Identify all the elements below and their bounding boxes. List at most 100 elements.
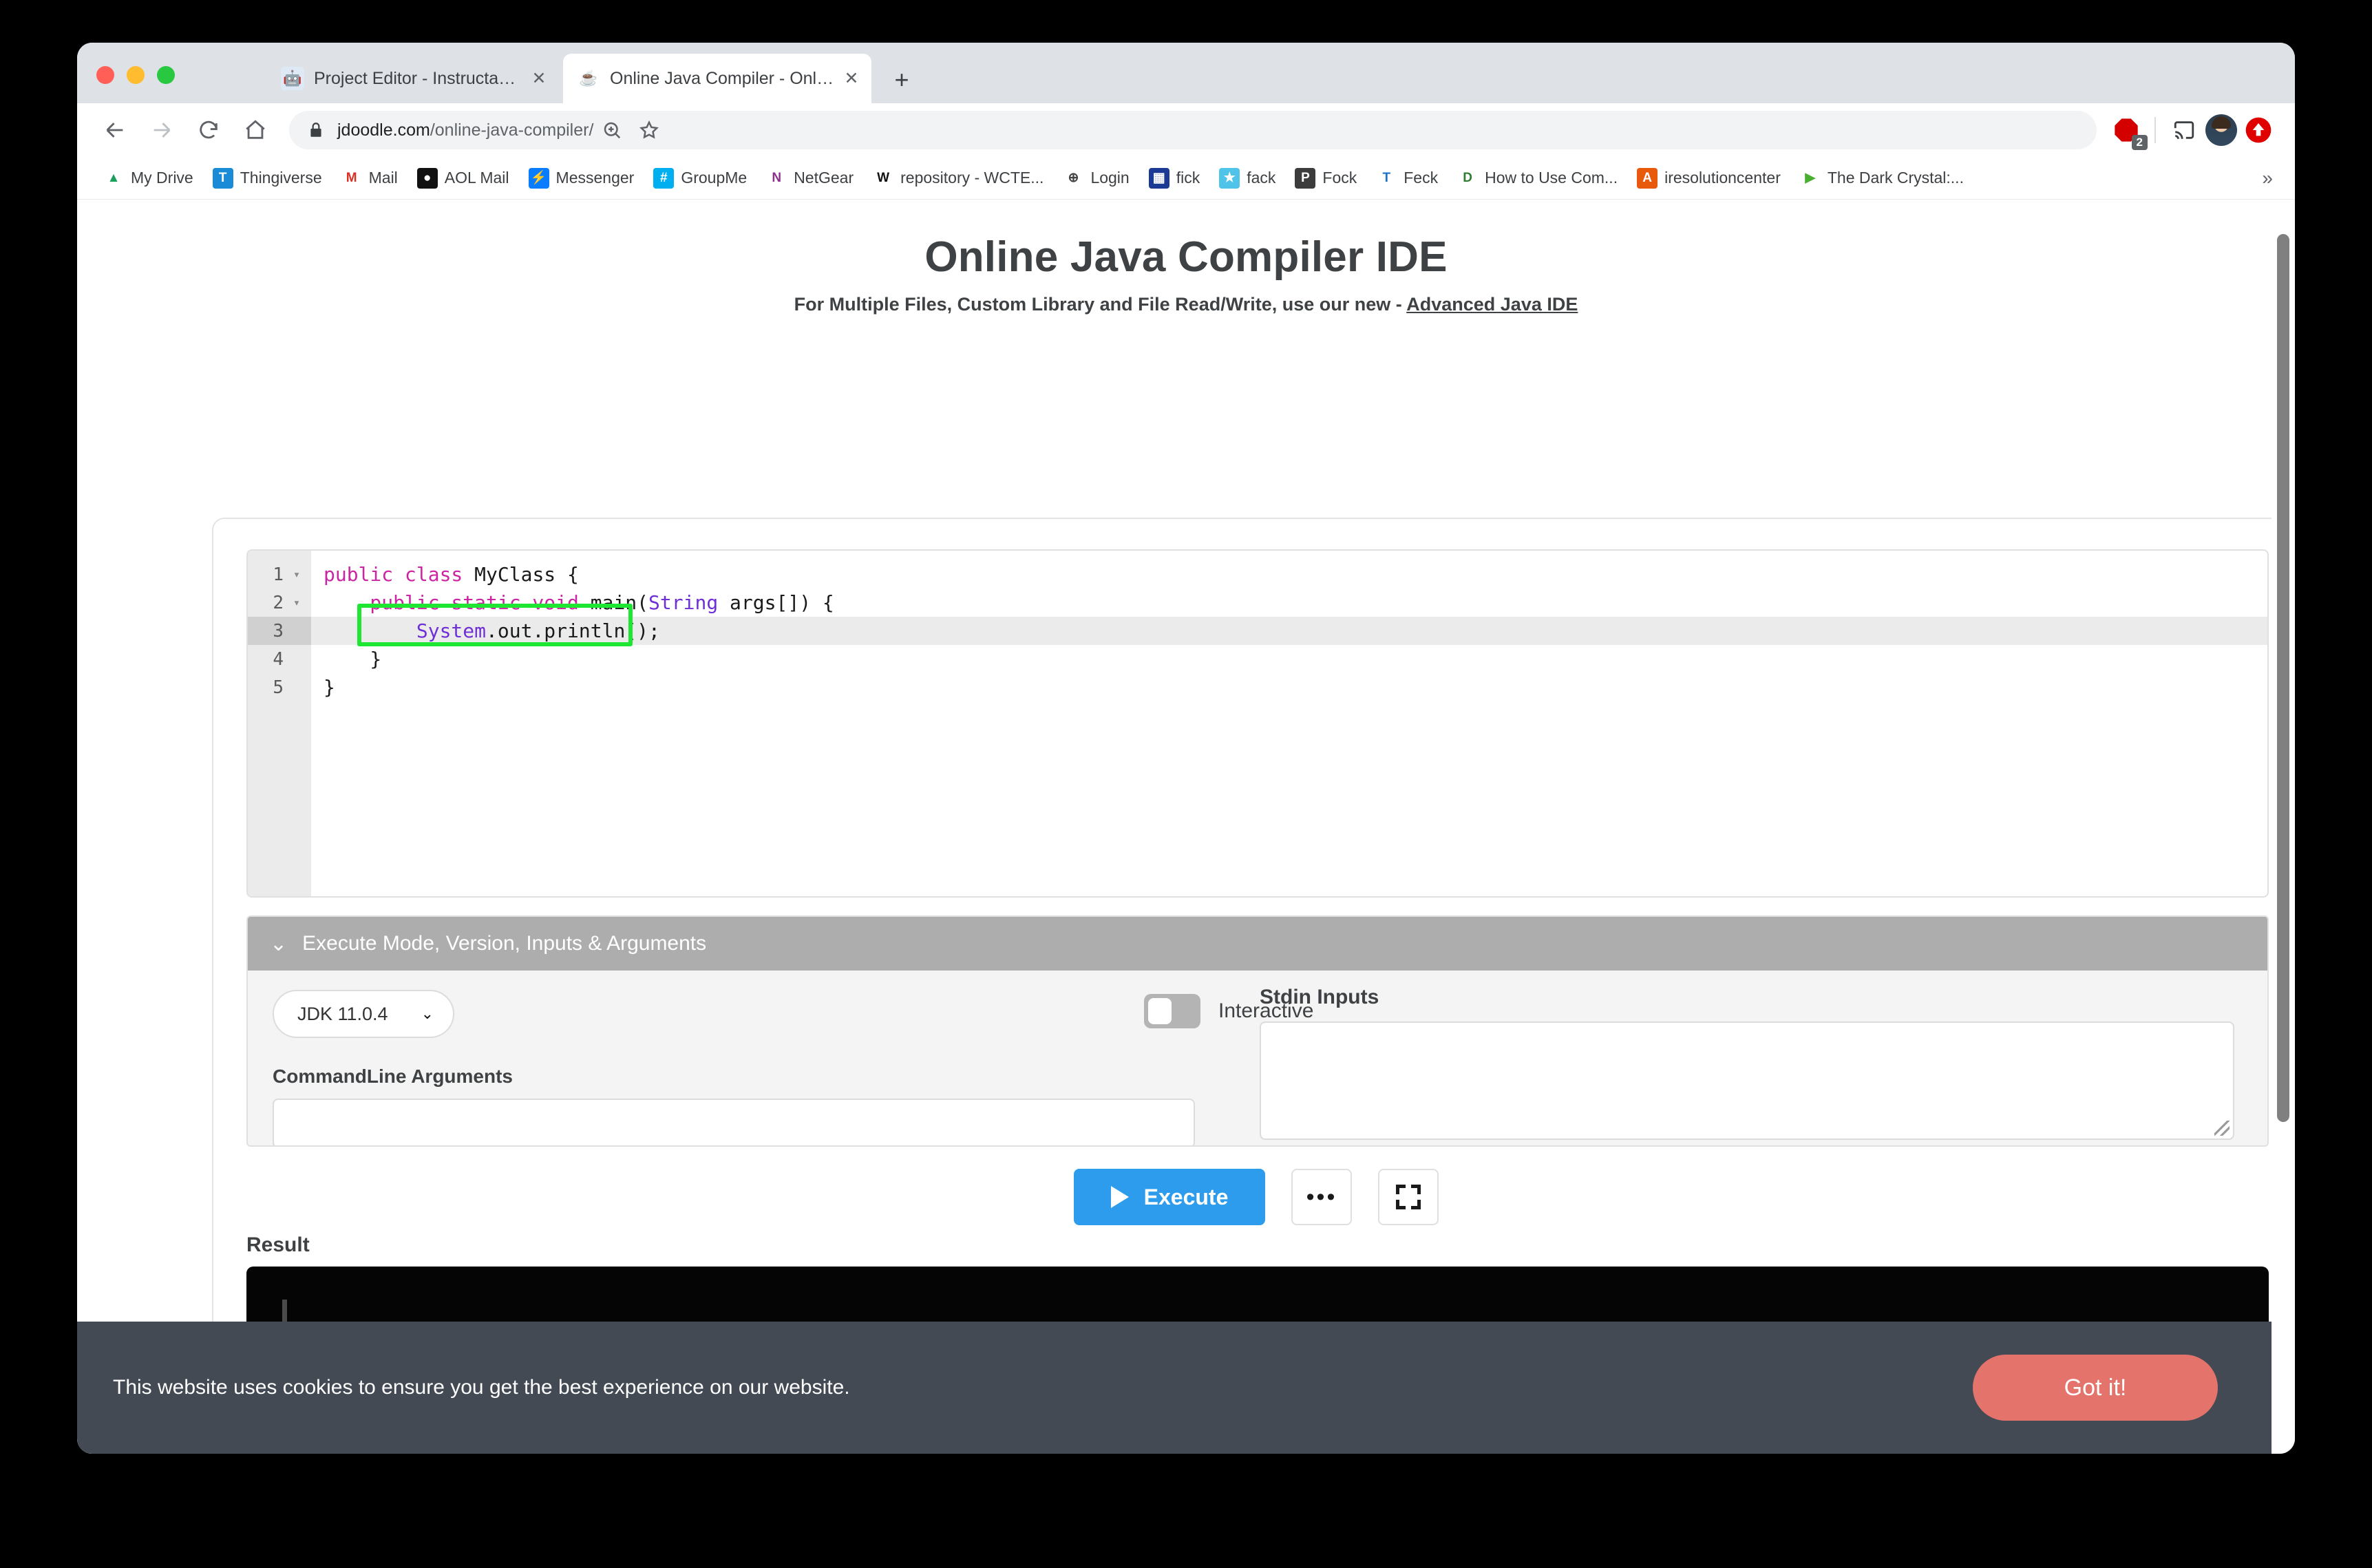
line-number: 4 [273,648,284,670]
bookmark-fick[interactable]: ▦ fick [1141,164,1209,193]
play-circle-icon: ▶ [1799,167,1821,189]
commandline-arguments-input[interactable] [273,1099,1195,1145]
code-line-2[interactable]: public static void main(String args[]) { [311,589,2267,617]
window-close-button[interactable] [96,66,114,84]
chevron-down-icon[interactable]: ⌄ [270,932,287,956]
resize-grip-icon[interactable] [2214,1121,2230,1136]
fullscreen-button[interactable] [1378,1169,1439,1225]
bookmark-login[interactable]: ⊕ Login [1055,164,1137,193]
tab-project-editor[interactable]: 🤖 Project Editor - Instructables ✕ [267,54,559,103]
bookmark-my-drive[interactable]: ▲ My Drive [95,164,202,193]
toolbar-divider [2154,117,2156,143]
bookmark-groupme[interactable]: # GroupMe [645,164,755,193]
line-number-row[interactable]: 2 ▾ [248,589,311,617]
code-line-1[interactable]: public class MyClass { [311,560,2267,589]
tab-title: Online Java Compiler - Online [610,68,837,88]
bookmark-fock[interactable]: P Fock [1286,164,1365,193]
more-options-button[interactable]: ••• [1291,1169,1352,1225]
adblock-icon[interactable]: 2 [2108,112,2148,150]
keyword-token: public static void [324,591,579,614]
address-bar[interactable]: jdoodle.com/online-java-compiler/ [289,111,2097,149]
line-number-row-active[interactable]: 3 [248,617,311,645]
line-number-row[interactable]: 1 ▾ [248,560,311,589]
cookie-message: This website uses cookies to ensure you … [113,1376,850,1399]
close-icon[interactable]: ✕ [529,68,549,89]
stdin-inputs-textarea[interactable] [1260,1021,2234,1140]
line-number: 3 [273,620,284,642]
line-number-row[interactable]: 5 [248,673,311,701]
bookmark-label: Feck [1404,169,1439,187]
execute-options-header[interactable]: ⌄ Execute Mode, Version, Inputs & Argume… [248,917,2267,971]
netgear-icon: N [766,167,787,189]
action-row: Execute ••• [213,1169,2295,1225]
cookie-accept-button[interactable]: Got it! [1973,1355,2218,1421]
url-path: /online-java-compiler/ [430,120,594,140]
fock-icon: P [1295,167,1316,189]
bookmark-label: repository - WCTE... [900,169,1044,187]
fold-arrow-icon[interactable]: ▾ [289,596,304,610]
extension-icon[interactable] [2240,112,2277,149]
chevron-down-icon: ⌄ [421,1005,434,1022]
interactive-label: Interactive [1218,999,1314,1022]
page-scrollbar-thumb[interactable] [2277,234,2289,1122]
bookmark-label: Login [1090,169,1130,187]
code-line-3[interactable]: System.out.println(); [311,617,2267,645]
execute-button[interactable]: Execute [1074,1169,1265,1225]
page-viewport: Online Java Compiler IDE For Multiple Fi… [77,200,2295,1454]
reload-icon[interactable] [190,112,227,149]
bookmark-thingiverse[interactable]: T Thingiverse [204,164,330,193]
toggle-knob [1148,998,1172,1024]
bookmark-messenger[interactable]: ⚡ Messenger [520,164,643,193]
code-area[interactable]: public class MyClass { public static voi… [311,551,2267,896]
bookmark-label: fick [1176,169,1200,187]
bookmark-fack[interactable]: ★ fack [1211,164,1284,193]
bookmark-star-icon[interactable] [631,112,668,149]
jdk-version-select[interactable]: JDK 11.0.4 ⌄ [273,990,454,1038]
interactive-toggle[interactable] [1144,994,1200,1028]
type-token: String [648,591,719,614]
execute-options-right: Stdin Inputs [1260,971,2267,1145]
wct-repository-icon: W [873,167,894,189]
avatar[interactable] [2203,112,2240,149]
execute-options-title: Execute Mode, Version, Inputs & Argument… [302,932,707,955]
execute-label: Execute [1143,1184,1229,1209]
bookmark-mail[interactable]: M Mail [333,164,406,193]
advanced-java-ide-link[interactable]: Advanced Java IDE [1406,294,1578,315]
line-number-row[interactable]: 4 [248,645,311,673]
code-editor[interactable]: 1 ▾ 2 ▾ 3 4 5 public class MyClass { publi… [246,549,2269,898]
back-icon[interactable] [96,112,134,149]
bookmark-label: My Drive [131,169,193,187]
cast-icon[interactable] [2165,112,2203,149]
line-number: 5 [273,677,284,698]
window-maximize-button[interactable] [157,66,175,84]
bookmark-the-dark-crystal[interactable]: ▶ The Dark Crystal:... [1792,164,1972,193]
fold-arrow-icon[interactable]: ▾ [289,568,304,582]
bookmark-label: NetGear [794,169,854,187]
code-line-4[interactable]: } [311,645,2267,673]
home-icon[interactable] [237,112,274,149]
subtitle-text: For Multiple Files, Custom Library and F… [794,294,1407,315]
bookmarks-bar: ▲ My Drive T Thingiverse M Mail ● AOL Mail ⚡… [77,157,2295,200]
bookmark-feck[interactable]: T Feck [1368,164,1446,193]
bookmark-iresolutioncenter[interactable]: Airesolutioncenter [1629,164,1789,193]
close-icon[interactable]: ✕ [841,68,862,89]
bookmark-label: fack [1247,169,1276,187]
stdin-inputs-label: Stdin Inputs [1260,986,1379,1008]
tab-online-java-compiler[interactable]: ☕ Online Java Compiler - Online ✕ [563,54,871,103]
thingiverse-icon: T [212,167,233,189]
groupme-icon: # [653,167,675,189]
tab-title: Project Editor - Instructables [314,68,525,88]
bookmark-aol-mail[interactable]: ● AOL Mail [409,164,518,193]
gmail-icon: M [341,167,362,189]
page-scrollbar-track[interactable] [2272,200,2295,1454]
window-minimize-button[interactable] [127,66,145,84]
bookmarks-overflow-button[interactable]: » [2255,167,2280,189]
bookmark-netgear[interactable]: N NetGear [758,164,862,193]
new-tab-button[interactable]: + [888,65,915,94]
forward-icon[interactable] [143,112,180,149]
code-token: } [324,676,335,699]
code-line-5[interactable]: } [311,673,2267,701]
zoom-icon[interactable] [593,112,631,149]
bookmark-repository-wcte[interactable]: Wrepository - WCTE... [865,164,1052,193]
bookmark-how-to-use-com[interactable]: D How to Use Com... [1449,164,1626,193]
